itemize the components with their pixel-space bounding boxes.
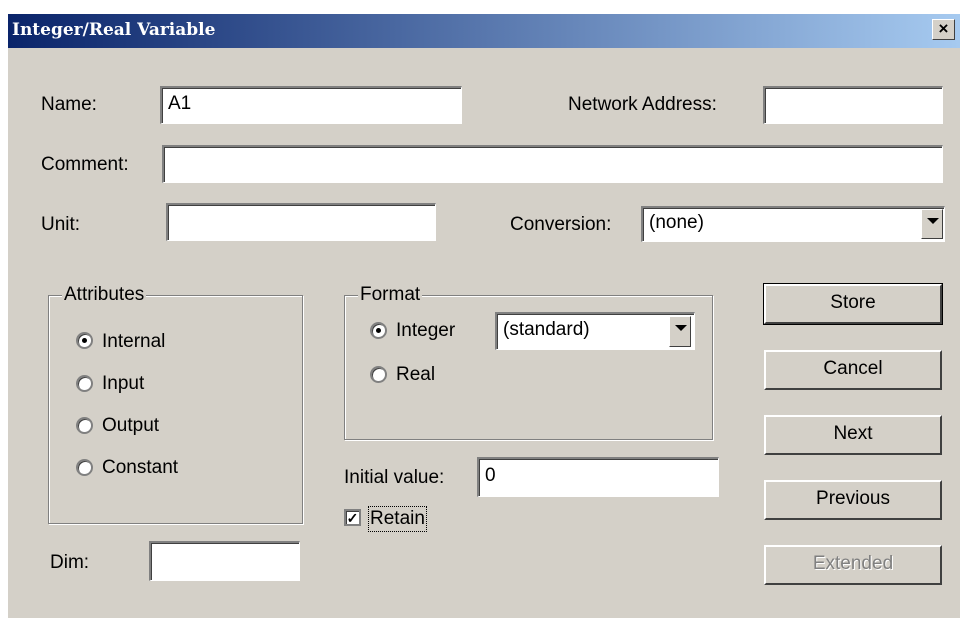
retain-label[interactable]: Retain xyxy=(368,506,427,532)
conversion-value: (none) xyxy=(649,212,704,233)
title-bar[interactable]: Integer/Real Variable × xyxy=(8,14,960,48)
attribute-constant-radio[interactable] xyxy=(76,459,93,476)
dim-label: Dim: xyxy=(50,552,90,573)
attribute-constant-label[interactable]: Constant xyxy=(102,457,178,479)
attribute-internal-label[interactable]: Internal xyxy=(102,331,165,353)
attribute-output-radio[interactable] xyxy=(76,417,93,434)
network-address-label: Network Address: xyxy=(568,94,717,115)
format-integer-label[interactable]: Integer xyxy=(396,320,455,342)
format-legend: Format xyxy=(358,284,423,306)
previous-button[interactable]: Previous xyxy=(764,480,942,520)
attribute-internal-radio[interactable] xyxy=(76,332,93,349)
network-address-input[interactable] xyxy=(763,86,943,124)
retain-checkbox[interactable]: ✓ xyxy=(344,509,361,526)
cancel-button[interactable]: Cancel xyxy=(764,350,942,390)
name-input[interactable]: A1 xyxy=(160,86,462,124)
window-title: Integer/Real Variable xyxy=(12,20,216,40)
extended-button: Extended xyxy=(764,545,942,585)
attributes-legend: Attributes xyxy=(62,284,147,306)
checkmark-icon: ✓ xyxy=(346,510,359,526)
attribute-output-label[interactable]: Output xyxy=(102,415,159,437)
integer-format-value: (standard) xyxy=(503,319,590,340)
store-button[interactable]: Store xyxy=(763,283,943,325)
integer-format-dropdown-button[interactable] xyxy=(669,316,691,347)
next-button[interactable]: Next xyxy=(764,415,942,455)
format-real-label[interactable]: Real xyxy=(396,364,435,386)
close-button[interactable]: × xyxy=(932,19,955,40)
initial-value-input[interactable]: 0 xyxy=(477,457,719,497)
comment-label: Comment: xyxy=(41,154,129,175)
name-label: Name: xyxy=(41,94,97,115)
attributes-group xyxy=(48,295,303,524)
conversion-dropdown-button[interactable] xyxy=(921,209,943,239)
conversion-label: Conversion: xyxy=(510,214,612,235)
initial-value-label: Initial value: xyxy=(344,467,445,488)
attribute-input-label[interactable]: Input xyxy=(102,373,144,395)
format-integer-radio[interactable] xyxy=(370,322,387,339)
close-icon: × xyxy=(938,19,949,38)
format-real-radio[interactable] xyxy=(370,366,387,383)
unit-input[interactable] xyxy=(166,203,436,241)
integer-format-select[interactable]: (standard) xyxy=(495,312,695,350)
integer-real-variable-dialog: Integer/Real Variable × Name: A1 Network… xyxy=(8,14,960,618)
comment-input[interactable] xyxy=(162,145,943,183)
dim-input[interactable] xyxy=(149,541,300,581)
conversion-select[interactable]: (none) xyxy=(641,206,945,242)
attribute-input-radio[interactable] xyxy=(76,375,93,392)
unit-label: Unit: xyxy=(41,214,81,235)
